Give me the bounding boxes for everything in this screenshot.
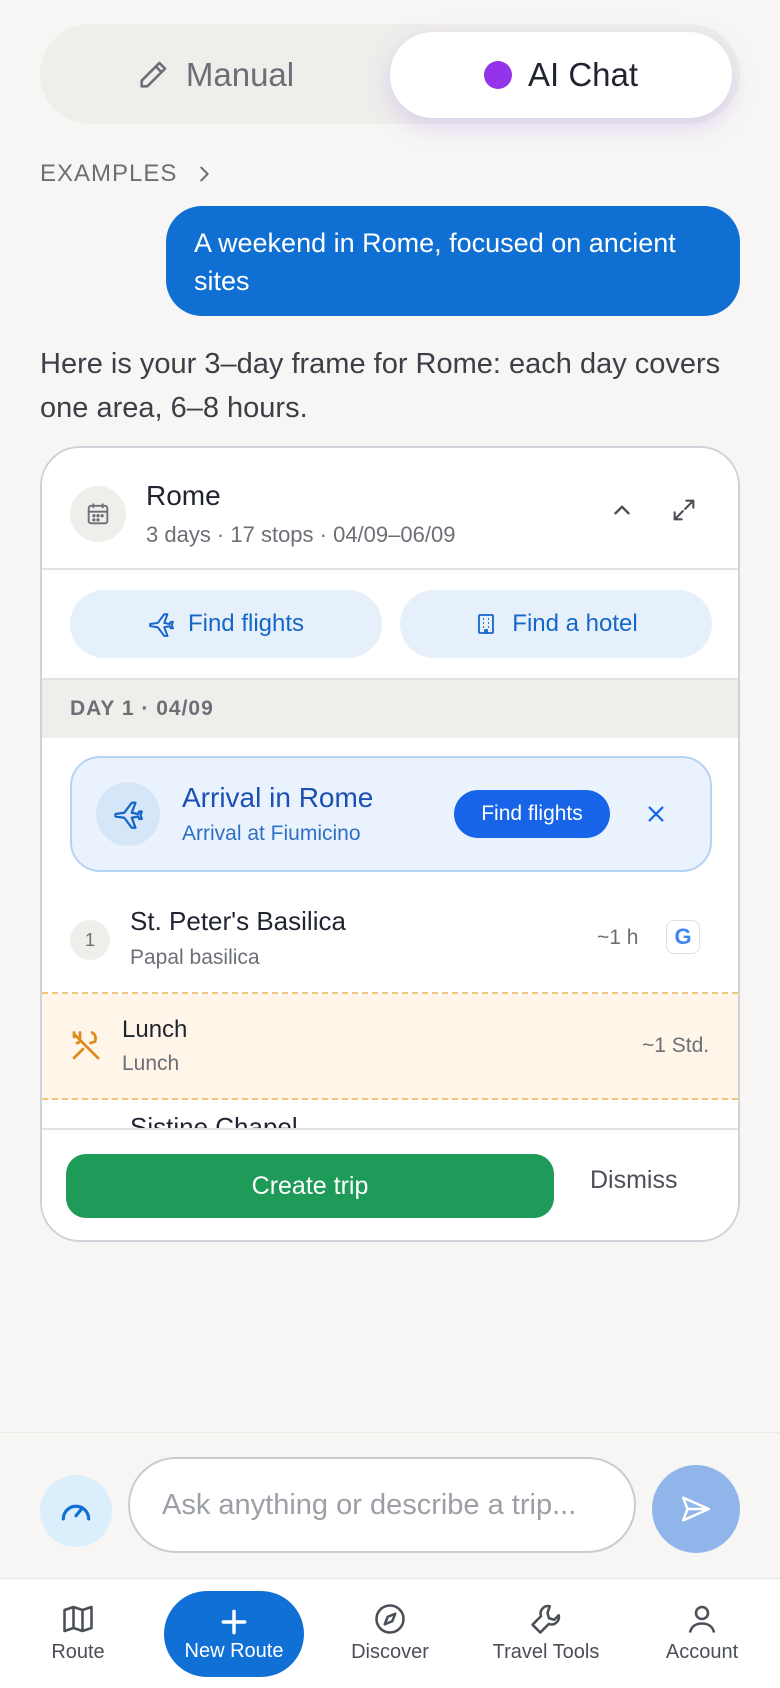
assistant-message: Here is your 3–day frame for Rome: each … bbox=[40, 348, 721, 424]
trip-card: Rome 3 days · 17 stops · 04/09–06/09 Fin… bbox=[40, 446, 740, 1242]
create-trip-button[interactable]: Create trip bbox=[66, 1154, 554, 1218]
hotel-icon bbox=[478, 614, 495, 634]
nav-route-label: Route bbox=[51, 1641, 105, 1663]
user-icon bbox=[688, 1605, 716, 1633]
stop-number: 1 bbox=[70, 920, 110, 960]
close-icon bbox=[648, 806, 664, 822]
nav-new-route-label: New Route bbox=[184, 1639, 284, 1662]
stop-title: St. Peter's Basilica bbox=[130, 906, 346, 936]
wrench-icon bbox=[531, 1604, 561, 1634]
ai-chat-mode-label: AI Chat bbox=[527, 56, 639, 93]
find-flights-button[interactable]: Find flights bbox=[70, 590, 382, 658]
collapse-button[interactable] bbox=[602, 490, 642, 530]
ai-chat-mode-button[interactable]: AI Chat bbox=[390, 32, 732, 118]
chevron-right-icon bbox=[200, 166, 210, 182]
calendar-icon bbox=[70, 486, 126, 542]
mode-toggle: Manual AI Chat bbox=[40, 24, 740, 124]
plane-icon bbox=[96, 782, 160, 846]
google-letter: G bbox=[674, 924, 692, 949]
examples-label: EXAMPLES bbox=[40, 160, 178, 187]
compass-icon bbox=[375, 1604, 405, 1634]
send-button[interactable] bbox=[652, 1465, 740, 1553]
manual-mode-label: Manual bbox=[185, 56, 295, 93]
expand-button[interactable] bbox=[664, 490, 704, 530]
day-header: DAY 1 · 04/09 bbox=[42, 680, 738, 738]
ai-dot-icon bbox=[483, 61, 512, 89]
user-message-text: A weekend in Rome, focused on ancient si… bbox=[194, 228, 676, 296]
stop-duration: ~1 h bbox=[597, 926, 639, 949]
nav-new-route[interactable]: New Route bbox=[164, 1591, 304, 1677]
arrival-subtitle: Arrival at Fiumicino bbox=[182, 822, 361, 845]
expand-icon bbox=[673, 499, 695, 521]
nav-discover[interactable]: Discover bbox=[312, 1579, 468, 1688]
google-icon[interactable]: G bbox=[666, 920, 700, 954]
nav-account[interactable]: Account bbox=[624, 1579, 780, 1688]
stop-subtitle: Papal basilica bbox=[130, 946, 260, 969]
arrival-title: Arrival in Rome bbox=[182, 782, 374, 813]
lunch-item[interactable]: Lunch Lunch ~1 Std. bbox=[42, 994, 738, 1100]
arrival-find-flights-button[interactable]: Find flights bbox=[454, 790, 610, 838]
nav-route[interactable]: Route bbox=[0, 1579, 156, 1688]
bottom-nav: Route New Route Discover Travel Tools Ac… bbox=[0, 1578, 780, 1688]
trip-title: Rome bbox=[146, 480, 221, 511]
arrival-close-button[interactable] bbox=[636, 794, 676, 834]
plus-icon bbox=[221, 1609, 247, 1634]
cutlery-crossed-icon bbox=[72, 1031, 100, 1060]
find-hotel-label: Find a hotel bbox=[512, 610, 638, 637]
trip-actions: Find flights Find a hotel bbox=[42, 570, 738, 680]
lunch-subtitle: Lunch bbox=[122, 1052, 180, 1075]
examples-link[interactable]: EXAMPLES bbox=[40, 160, 215, 188]
nav-discover-label: Discover bbox=[351, 1641, 429, 1663]
plane-icon bbox=[149, 613, 174, 637]
user-message-bubble: A weekend in Rome, focused on ancient si… bbox=[166, 206, 740, 316]
chevron-up-icon bbox=[614, 505, 630, 515]
stop-item[interactable]: 1 St. Peter's Basilica Papal basilica ~1… bbox=[42, 888, 738, 994]
trip-card-header: Rome 3 days · 17 stops · 04/09–06/09 bbox=[42, 448, 738, 570]
find-hotel-button[interactable]: Find a hotel bbox=[400, 590, 712, 658]
dismiss-button[interactable]: Dismiss bbox=[590, 1166, 678, 1195]
speed-button[interactable] bbox=[40, 1475, 112, 1547]
trip-subtitle: 3 days · 17 stops · 04/09–06/09 bbox=[146, 522, 456, 547]
chat-composer bbox=[0, 1432, 780, 1578]
find-flights-label: Find flights bbox=[187, 610, 305, 637]
manual-mode-button[interactable]: Manual bbox=[40, 32, 390, 118]
pencil-icon bbox=[140, 61, 167, 88]
send-icon bbox=[681, 1496, 711, 1522]
nav-account-label: Account bbox=[665, 1641, 739, 1663]
lunch-duration: ~1 Std. bbox=[642, 1034, 710, 1057]
speedometer-icon bbox=[61, 1504, 91, 1521]
nav-travel-tools[interactable]: Travel Tools bbox=[468, 1579, 624, 1688]
nav-travel-tools-label: Travel Tools bbox=[492, 1641, 600, 1663]
map-icon bbox=[63, 1605, 93, 1633]
arrival-card: Arrival in Rome Arrival at Fiumicino Fin… bbox=[70, 756, 712, 872]
chat-input[interactable] bbox=[128, 1457, 636, 1553]
lunch-title: Lunch bbox=[122, 1016, 188, 1043]
trip-card-footer: Create trip Dismiss bbox=[42, 1128, 738, 1240]
